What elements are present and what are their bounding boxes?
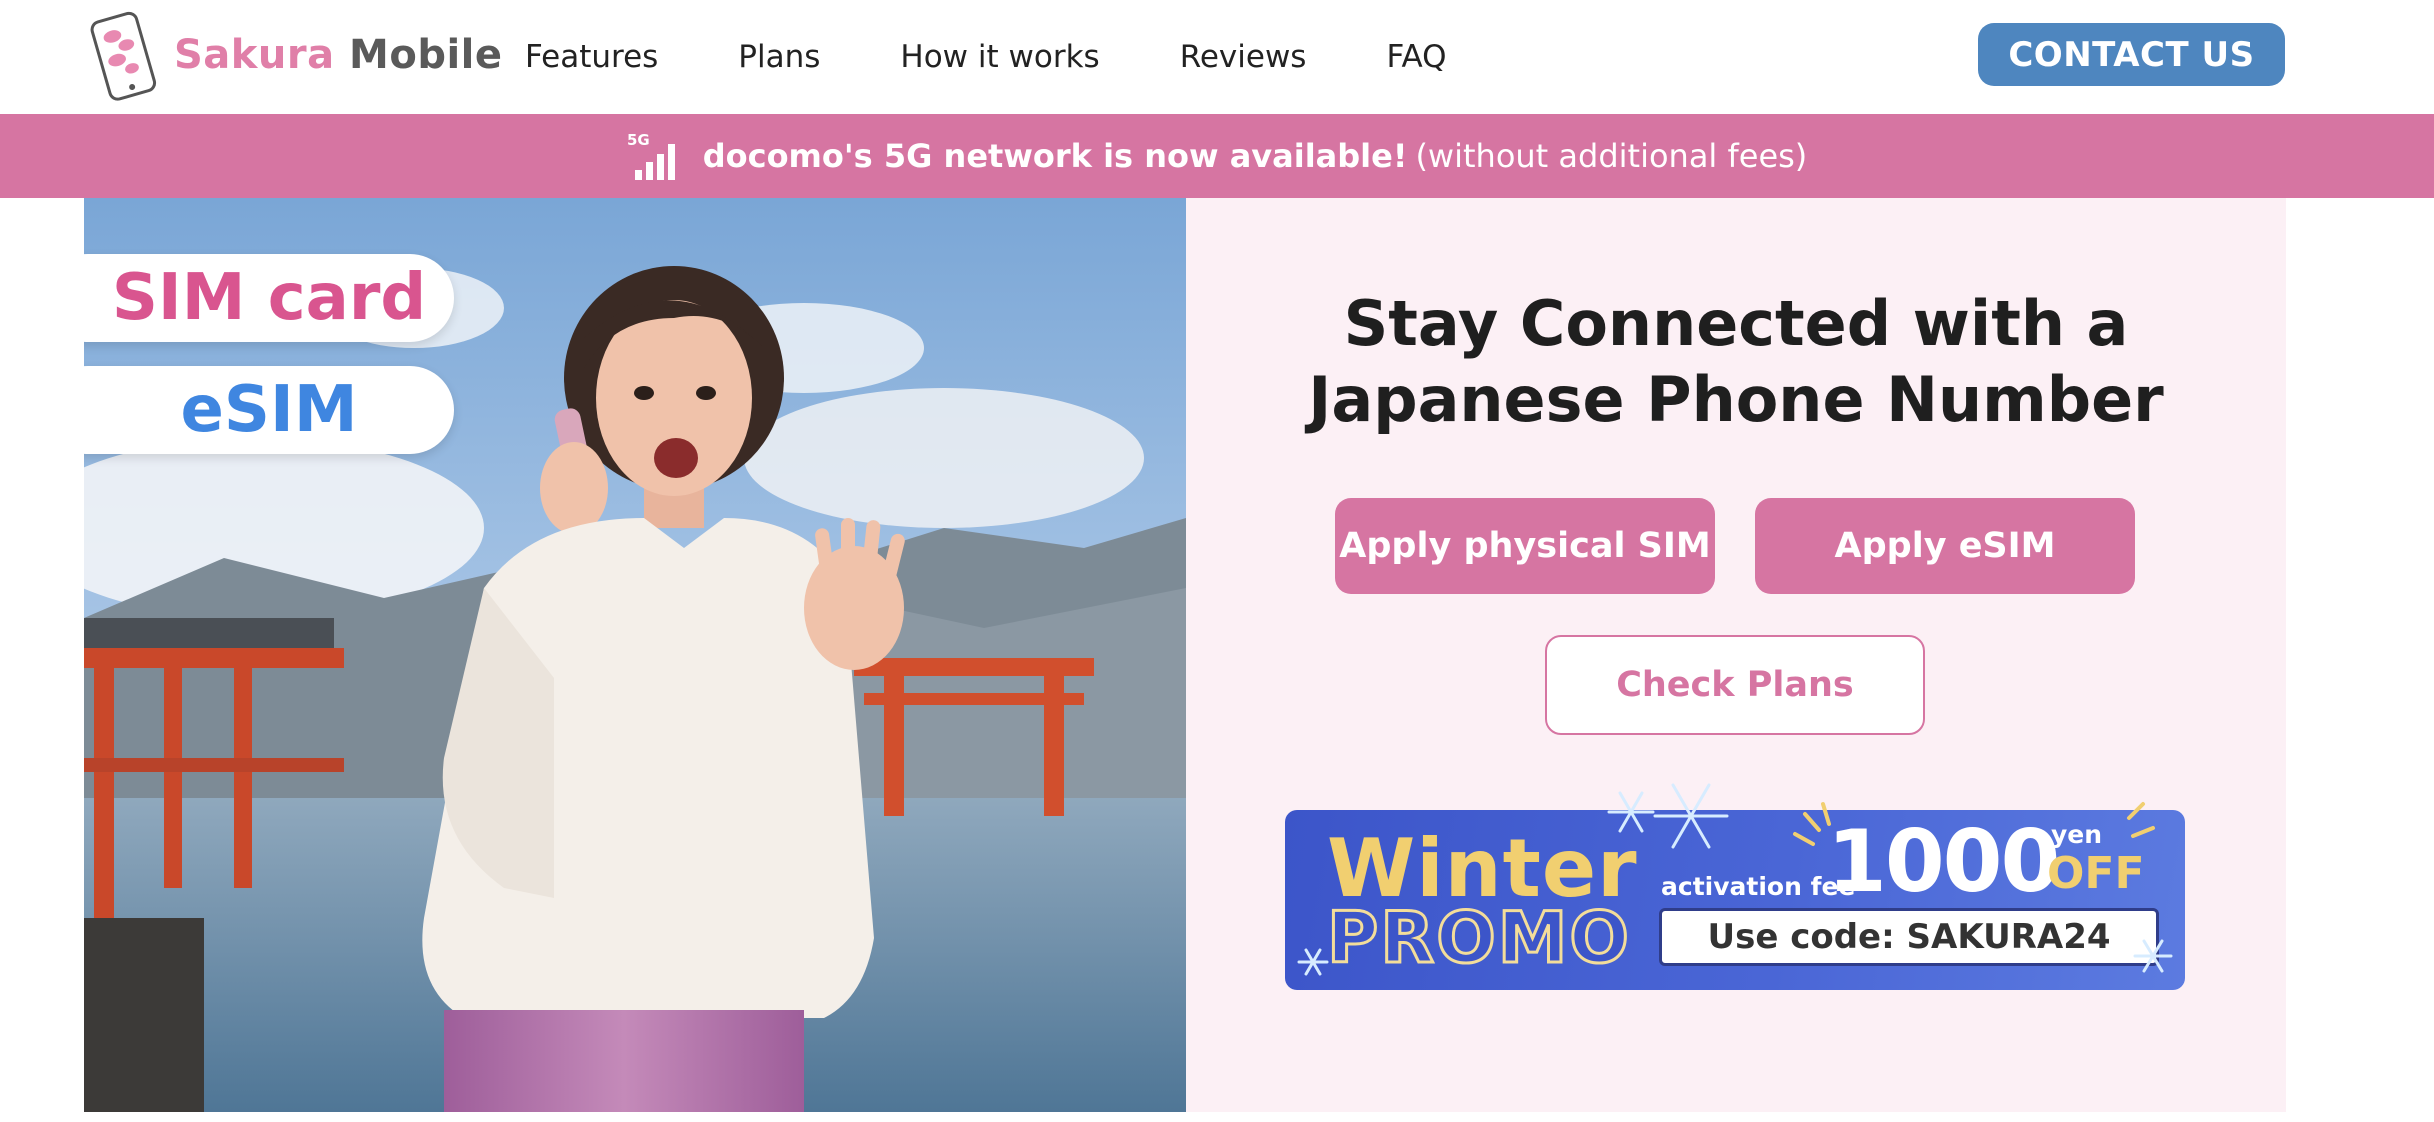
site-header: Sakura Mobile Features Plans How it work…	[0, 0, 2434, 114]
hero-title-line2: Japanese Phone Number	[1308, 363, 2164, 436]
signal-5g-icon: 5G	[627, 131, 675, 180]
banner-headline: docomo's 5G network is now available!	[702, 137, 1408, 175]
promo-promo-text: PROMO	[1326, 897, 1631, 980]
contact-us-button[interactable]: CONTACT US	[1978, 23, 2285, 86]
nav-plans[interactable]: Plans	[738, 39, 820, 75]
promo-yen: yen	[2051, 820, 2103, 849]
check-plans-button[interactable]: Check Plans	[1545, 635, 1925, 735]
nav-faq[interactable]: FAQ	[1386, 39, 1446, 75]
banner-subtext: (without additional fees)	[1415, 137, 1808, 175]
promo-amount: 1000	[1827, 812, 2060, 912]
logo-text-mobile: Mobile	[349, 32, 503, 78]
winter-promo-banner[interactable]: Winter PROMO activation fee 1000 yen OFF…	[1285, 776, 2185, 990]
nav-features[interactable]: Features	[525, 39, 658, 75]
signal-5g-text: 5G	[627, 131, 650, 149]
logo[interactable]: Sakura Mobile	[84, 8, 503, 102]
hero-photo: SIM card eSIM	[84, 198, 1186, 1112]
promo-box: Winter PROMO activation fee 1000 yen OFF…	[1285, 810, 2185, 990]
main-nav: Features Plans How it works Reviews FAQ	[525, 0, 1527, 114]
apply-esim-button[interactable]: Apply eSIM	[1755, 498, 2135, 594]
hero-title-line1: Stay Connected with a	[1343, 287, 2129, 360]
logo-text-sakura: Sakura	[174, 32, 335, 78]
promo-off: OFF	[2047, 848, 2145, 899]
hero-title: Stay Connected with a Japanese Phone Num…	[1186, 286, 2286, 438]
nav-reviews[interactable]: Reviews	[1180, 39, 1307, 75]
logo-text: Sakura Mobile	[174, 32, 503, 78]
apply-physical-sim-button[interactable]: Apply physical SIM	[1335, 498, 1715, 594]
hero-panel: Stay Connected with a Japanese Phone Num…	[1186, 198, 2286, 1112]
phone-sakura-logo-icon	[90, 11, 157, 101]
announcement-banner: 5G docomo's 5G network is now available!…	[0, 114, 2434, 198]
promo-code: Use code: SAKURA24	[1659, 908, 2159, 966]
sim-card-tag: SIM card	[84, 254, 454, 342]
nav-how-it-works[interactable]: How it works	[900, 39, 1099, 75]
esim-tag: eSIM	[84, 366, 454, 454]
